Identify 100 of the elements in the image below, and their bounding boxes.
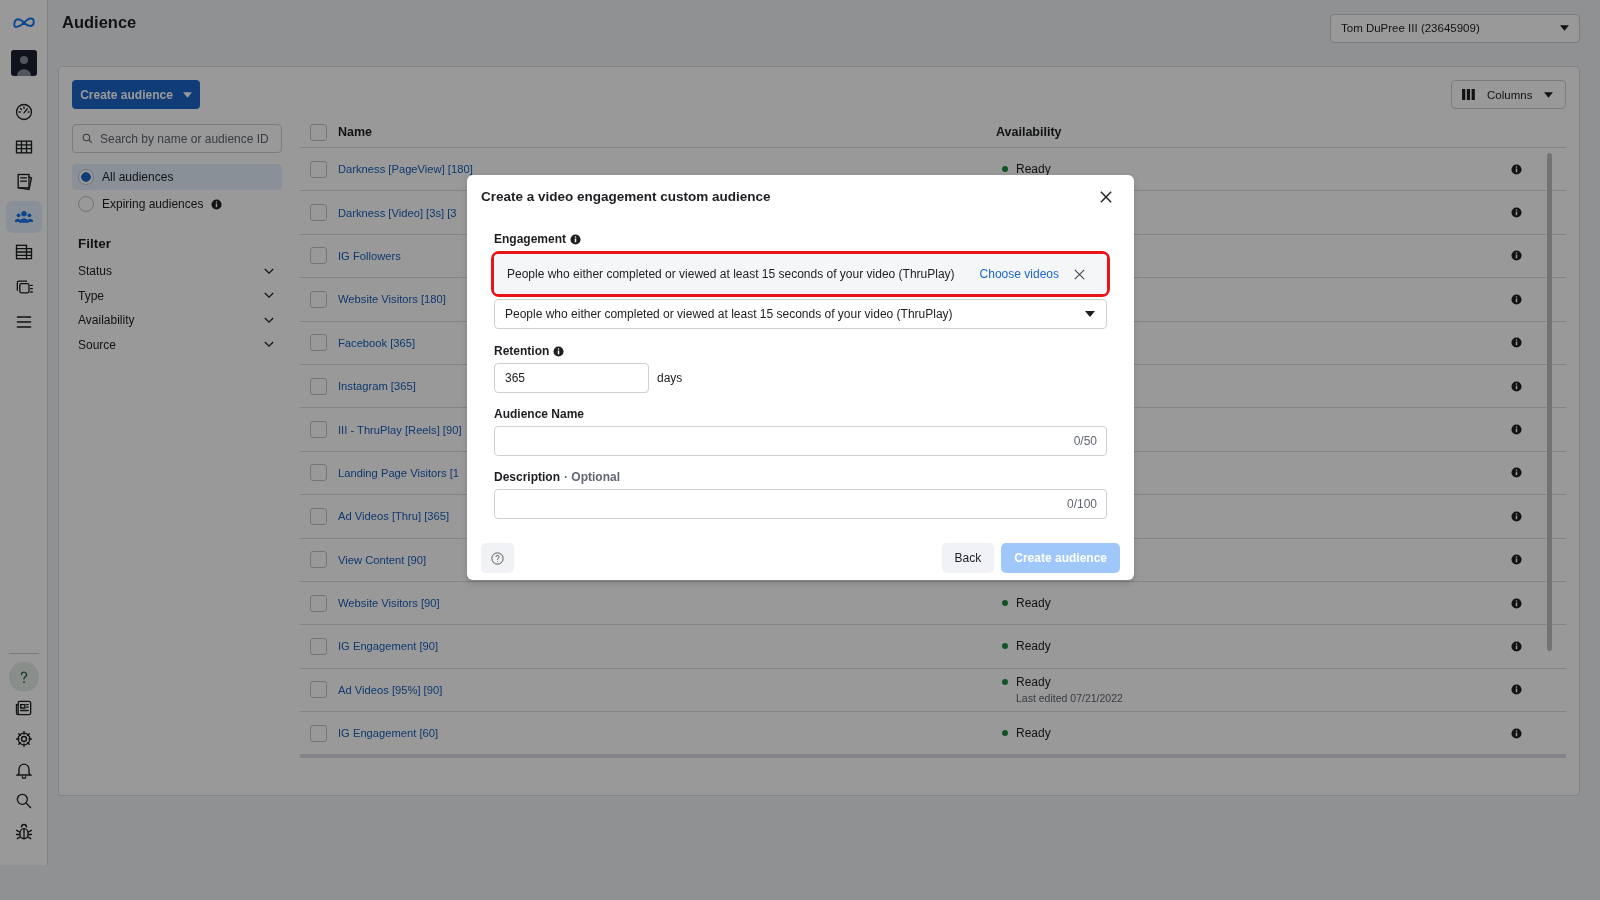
audience-link[interactable]: III - ThruPlay [Reels] [90] [338,423,462,436]
option-text: People who either completed or viewed at least 15 seconds of your video (ThruPlay) [507,267,956,281]
audience-link[interactable]: Ad Videos [95%] [90] [338,683,443,696]
optional-label: · Optional [564,470,620,484]
info-icon[interactable] [1511,510,1522,522]
help-button[interactable] [481,543,514,573]
radio-button[interactable] [78,196,94,212]
checkbox[interactable] [310,421,327,439]
info-icon[interactable] [1511,163,1522,175]
filter-dropdown[interactable]: Availability [72,308,282,333]
checkbox[interactable] [310,638,327,655]
filter-heading: Filter [78,236,112,251]
choose-videos-link[interactable]: Choose videos [979,267,1059,281]
info-icon [553,345,565,357]
search-field[interactable]: Search by name or audience ID [72,124,282,153]
audience-name-input[interactable]: 0/50 [494,426,1107,456]
filter-dropdown[interactable]: Type [72,283,282,308]
field-label: Description [494,470,560,484]
last-edited-text: Last edited 07/21/2022 [1015,692,1124,705]
checkbox[interactable] [310,204,327,222]
checkbox[interactable] [310,123,327,141]
availability-text: Ready [1016,162,1051,177]
field-label: Audience Name [494,407,585,421]
retention-input[interactable]: 365 [494,363,649,393]
audience-link[interactable]: IG Engagement [90] [338,640,439,653]
status-dot [1002,679,1008,686]
info-icon[interactable] [1511,684,1522,696]
status-dot [1002,166,1008,173]
checkbox[interactable] [310,594,327,612]
checkbox[interactable] [310,377,327,395]
nav-item[interactable] [5,201,42,233]
info-icon[interactable] [1511,641,1522,652]
checkbox[interactable] [310,681,327,699]
checkbox[interactable] [310,507,327,525]
status-dot [1002,600,1008,607]
checkbox[interactable] [310,290,327,308]
close-icon[interactable] [1100,190,1112,203]
info-icon[interactable] [1511,250,1522,262]
checkbox[interactable] [310,464,327,482]
info-icon[interactable] [1511,293,1522,305]
info-icon[interactable] [1511,424,1522,436]
modal-title: Create a video engagement custom audience [481,189,771,204]
scrollbar[interactable] [1547,153,1552,651]
gauge-icon [13,102,34,122]
account-dropdown[interactable]: Tom DuPree III (23645909) [1330,13,1580,43]
status-dot [1002,643,1008,650]
audience-link[interactable]: Instagram [365] [338,380,416,393]
database-icon [13,242,34,262]
info-icon [570,233,581,245]
filter-dropdown[interactable]: Source [72,332,282,357]
checkbox[interactable] [310,724,327,742]
audience-link[interactable]: View Content [90] [338,553,427,566]
checkbox[interactable] [310,551,327,569]
availability-text: Ready [1016,596,1051,611]
checkbox[interactable] [310,160,327,178]
settings-icon [13,729,34,749]
avatar-icon[interactable] [10,50,37,76]
audience-link[interactable]: Darkness [Video] [3s] [3 [338,206,457,219]
caret-icon [1560,25,1569,31]
back-button[interactable]: Back [941,543,995,573]
radio-button[interactable] [78,169,94,185]
chevron-icon [264,292,274,300]
checkbox[interactable] [310,334,327,352]
info-icon[interactable] [1511,554,1522,566]
info-icon[interactable] [1511,597,1522,609]
info-icon[interactable] [1511,337,1522,349]
audience-link[interactable]: Website Visitors [90] [338,597,440,610]
audience-link[interactable]: IG Engagement [60] [338,727,439,740]
audience-link[interactable]: Website Visitors [180] [338,293,446,306]
columns-button[interactable]: Columns [1451,80,1566,109]
audience-filter-option[interactable]: Expiring audiences [72,191,282,217]
audience-link[interactable]: Darkness [PageView] [180] [338,163,473,176]
audience-link[interactable]: Ad Videos [Thru] [365] [338,510,450,523]
audience-link[interactable]: Facebook [365] [338,336,416,349]
availability-text: Ready [1016,675,1051,690]
search-icon [81,132,94,145]
column-header: Name [337,125,374,139]
audience-filter-option[interactable]: All audiences [72,164,282,190]
field-label: Retention [494,344,550,358]
caret-icon [1544,91,1554,98]
info-icon[interactable] [1511,727,1522,739]
caret-icon [1085,311,1095,317]
engagement-dropdown[interactable]: People who either completed or viewed at least 15 seconds of your video (ThruPlay) [494,299,1107,329]
newspaper-icon [13,698,34,718]
info-icon[interactable] [1511,207,1522,219]
help-icon [490,550,505,566]
field-label: Engagement [494,232,566,246]
audience-link[interactable]: IG Followers [338,249,401,262]
info-icon[interactable] [1511,467,1522,479]
filter-dropdown[interactable]: Status [72,259,282,284]
info-icon[interactable] [1511,380,1522,392]
close-icon[interactable] [1074,268,1085,280]
bug-icon [13,822,34,842]
option-label: All audiences [102,170,174,184]
create-audience-button[interactable]: Create audience [72,80,200,109]
checkbox[interactable] [310,247,327,265]
character-counter: 0/100 [1066,497,1097,511]
audience-link[interactable]: Landing Page Visitors [1 [338,466,460,479]
description-input[interactable]: 0/100 [494,489,1107,519]
column-header: Availability [995,125,1063,139]
